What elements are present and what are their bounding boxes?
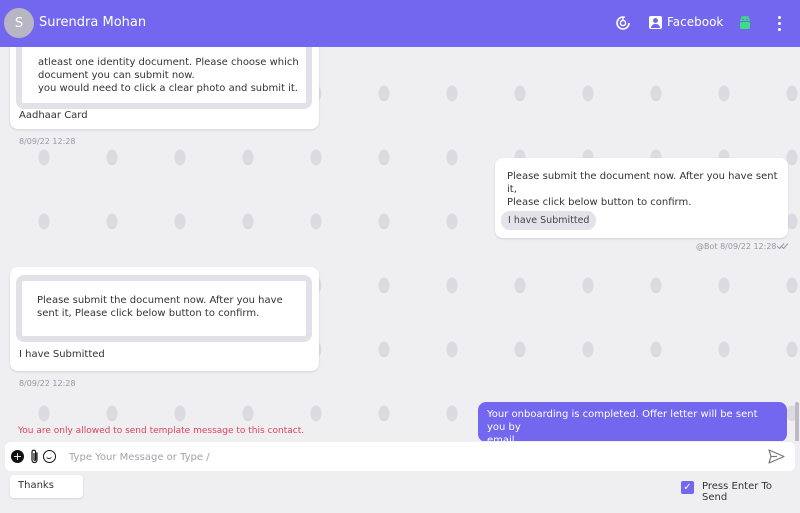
reply-text: Aadhaar Card [19,110,88,121]
message-time: 8/09/22 12:28 [19,379,76,388]
message-composer: + [5,442,795,471]
press-enter-checkbox[interactable]: ✓ [681,481,694,494]
card-text-line: sent it, Please click below button to co… [37,308,260,319]
refresh-icon[interactable] [614,14,632,32]
incoming-message: atleast one identity document. Please ch… [10,47,319,129]
template-only-notice: You are only allowed to send template me… [18,426,305,436]
channel-label: Facebook [667,15,724,29]
quick-reply-thanks[interactable]: Thanks [10,475,83,498]
i-have-submitted-button[interactable]: I have Submitted [501,211,597,230]
add-icon[interactable]: + [10,449,25,464]
attachment-icon[interactable] [27,449,42,464]
card-text-line: atleast one identity document. Please ch… [38,57,299,68]
more-vert-icon[interactable] [773,14,785,32]
message-text-line: Please submit the document now. After yo… [507,171,778,195]
incoming-message: Please submit the document now. After yo… [10,267,319,371]
chat-area[interactable]: atleast one identity document. Please ch… [0,47,800,441]
message-meta: @Bot 8/09/22 12:28 [696,242,777,251]
message-time: 8/09/22 12:28 [19,137,76,146]
message-input[interactable] [69,448,749,466]
chat-scrollbar[interactable] [795,402,799,441]
outgoing-message: Please submit the document now. After yo… [495,158,788,238]
message-text-line: Please click below button to confirm. [507,197,692,208]
android-icon[interactable] [736,14,754,32]
reply-text: I have Submitted [19,349,105,360]
template-card: atleast one identity document. Please ch… [16,47,312,109]
channel-button[interactable]: Facebook [649,15,723,29]
avatar[interactable]: S [4,8,34,38]
template-card: Please submit the document now. After yo… [16,275,312,342]
chat-header: S Surendra Mohan Facebook [0,0,800,47]
message-text-line: Your onboarding is completed. Offer lett… [487,409,758,433]
double-check-icon [776,242,789,253]
message-text-line: email [487,435,515,441]
card-text-line: you would need to click a clear photo an… [38,83,298,94]
outgoing-message-sent: Your onboarding is completed. Offer lett… [478,402,787,441]
press-enter-label: Press Enter To Send [702,481,773,503]
send-icon[interactable] [767,449,785,464]
contact-name: Surendra Mohan [39,15,147,30]
card-text-line: Please submit the document now. After yo… [37,295,283,306]
emoji-icon[interactable] [42,449,57,464]
contact-card-icon [649,15,662,29]
card-text-line: document you can submit now. [38,70,195,81]
